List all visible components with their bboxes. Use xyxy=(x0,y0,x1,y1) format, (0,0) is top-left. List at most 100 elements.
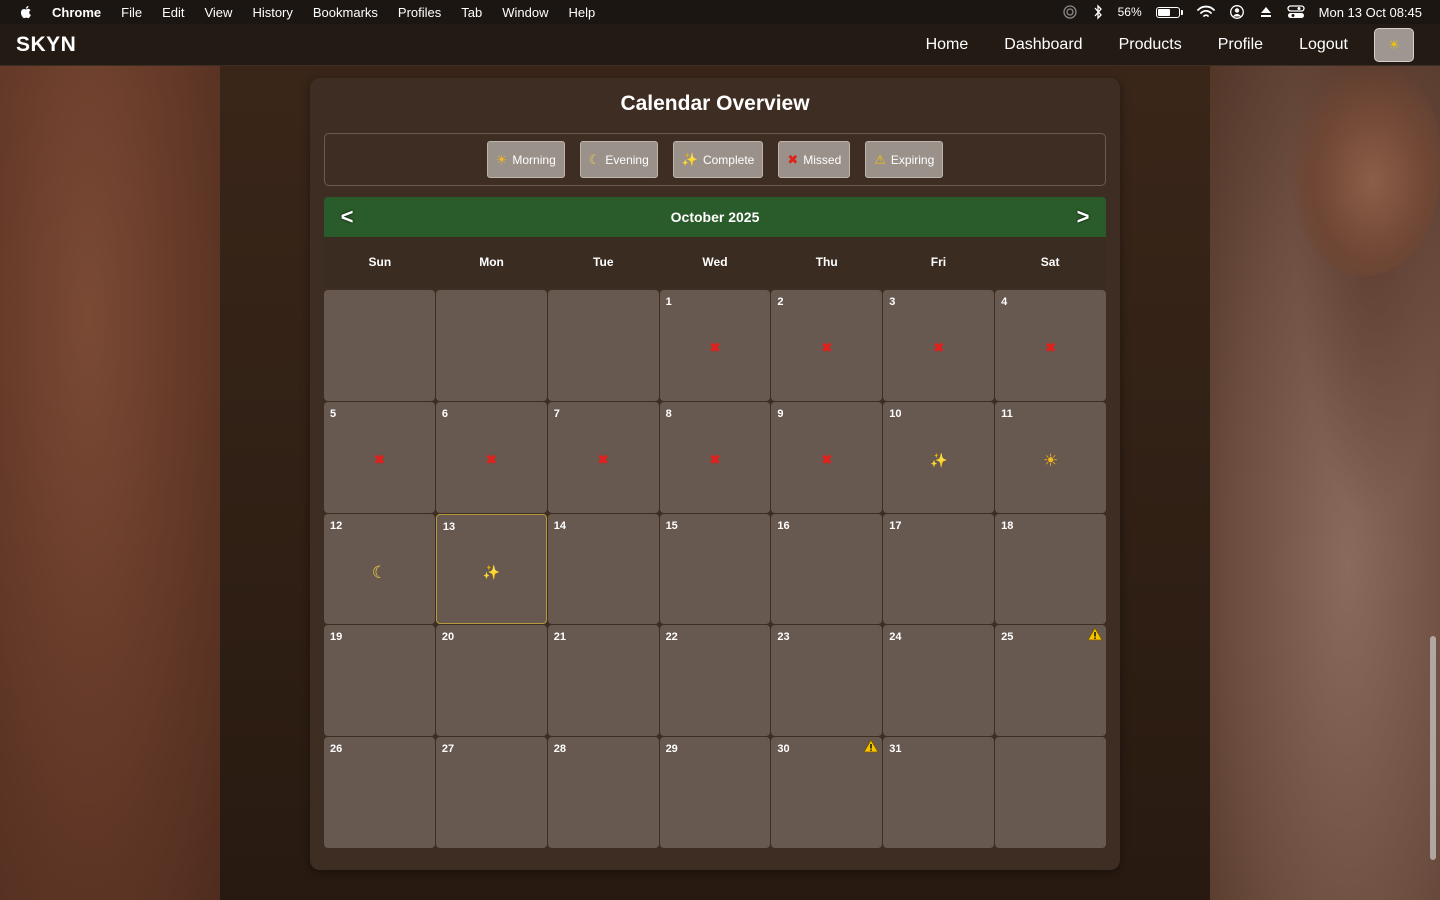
calendar-day-cell[interactable]: 19 xyxy=(324,625,435,737)
weekday-label: Mon xyxy=(479,255,504,269)
calendar-day-cell[interactable]: 20 xyxy=(435,625,547,737)
airdrop-icon[interactable] xyxy=(1062,4,1078,20)
cross-icon: ✖ xyxy=(485,452,497,468)
wifi-icon[interactable] xyxy=(1196,5,1215,19)
calendar-day-cell[interactable]: 25 xyxy=(995,625,1106,737)
nav-home-link[interactable]: Home xyxy=(926,36,969,54)
menu-chrome[interactable]: Chrome xyxy=(52,5,101,20)
calendar-panel: Calendar Overview ☀ Morning ☾ Evening ✨ Compl… xyxy=(310,78,1120,870)
calendar-day-cell[interactable]: 10 ✨ xyxy=(883,401,995,513)
calendar-empty-cell xyxy=(435,290,547,401)
calendar-day-cell[interactable]: 3 ✖ xyxy=(883,290,995,401)
bluetooth-icon[interactable] xyxy=(1092,4,1104,20)
nav-dashboard-link[interactable]: Dashboard xyxy=(1004,36,1082,54)
legend-expiring-button[interactable]: ⚠ Expiring xyxy=(865,141,944,178)
warning-icon xyxy=(1087,627,1103,641)
nav-logout-link[interactable]: Logout xyxy=(1299,36,1348,54)
eject-icon[interactable] xyxy=(1259,5,1273,19)
previous-month-button[interactable]: < xyxy=(334,205,360,229)
calendar-day-cell[interactable]: 14 xyxy=(547,513,659,625)
legend-label: Morning xyxy=(512,152,556,167)
legend-evening-button[interactable]: ☾ Evening xyxy=(579,141,658,178)
calendar-day-cell[interactable]: 18 xyxy=(995,513,1106,625)
day-number: 20 xyxy=(441,631,455,644)
legend-missed-button[interactable]: ✖ Missed xyxy=(778,141,851,178)
menu-file[interactable]: File xyxy=(121,5,142,20)
menu-profiles[interactable]: Profiles xyxy=(398,5,441,20)
calendar-day-cell[interactable]: 9 ✖ xyxy=(771,401,883,513)
weekday-label: Sun xyxy=(368,255,392,269)
sparkles-icon: ✨ xyxy=(482,563,500,580)
day-number: 13 xyxy=(442,520,456,533)
calendar-grid: 1 ✖ 2 ✖ 3 ✖ 4 ✖ 5 ✖ 6 ✖ 7 ✖ 8 ✖ 9 ✖ 10 ✨ 11 ☀ 12 ☾ 13 ✨ 14 15 16 17 18… xyxy=(324,290,1106,848)
cross-icon: ✖ xyxy=(933,340,945,356)
calendar-day-cell[interactable]: 26 xyxy=(324,737,435,848)
day-number: 29 xyxy=(665,743,678,756)
nav-products-link[interactable]: Products xyxy=(1119,36,1182,54)
calendar-day-cell[interactable]: 16 xyxy=(771,513,883,625)
legend-label: Evening xyxy=(605,152,649,167)
calendar-day-cell[interactable]: 23 xyxy=(771,625,883,737)
legend-morning-button[interactable]: ☀ Morning xyxy=(486,141,565,178)
menu-window[interactable]: Window xyxy=(502,5,548,20)
cross-icon: ✖ xyxy=(373,452,385,468)
calendar-day-cell[interactable]: 30 xyxy=(771,737,883,848)
calendar-day-cell[interactable]: 11 ☀ xyxy=(995,401,1106,513)
next-month-button[interactable]: > xyxy=(1070,205,1096,229)
month-label: October 2025 xyxy=(670,209,760,225)
menubar-clock[interactable]: Mon 13 Oct 08:45 xyxy=(1319,5,1422,20)
day-number: 7 xyxy=(553,407,560,420)
apple-icon[interactable] xyxy=(18,4,34,20)
day-number: 12 xyxy=(330,519,343,532)
calendar-day-cell[interactable]: 22 xyxy=(659,625,771,737)
legend-complete-button[interactable]: ✨ Complete xyxy=(672,141,764,178)
calendar-day-cell[interactable]: 28 xyxy=(547,737,659,848)
calendar-day-cell[interactable]: 4 ✖ xyxy=(995,290,1106,401)
day-number: 10 xyxy=(889,407,902,420)
menu-help[interactable]: Help xyxy=(569,5,596,20)
weekday-label: Fri xyxy=(930,255,947,269)
calendar-day-cell[interactable]: 2 ✖ xyxy=(771,290,883,401)
day-number: 17 xyxy=(889,519,902,532)
sparkles-icon: ✨ xyxy=(929,452,948,469)
battery-icon[interactable] xyxy=(1155,6,1183,18)
calendar-day-cell[interactable]: 5 ✖ xyxy=(324,401,435,513)
calendar-day-cell[interactable]: 17 xyxy=(883,513,995,625)
calendar-day-cell[interactable]: 13 ✨ xyxy=(435,513,547,625)
day-number: 22 xyxy=(665,631,678,644)
user-account-icon[interactable] xyxy=(1229,4,1245,20)
brand-logo[interactable]: SKYN xyxy=(16,33,76,57)
calendar-day-cell[interactable]: 31 xyxy=(883,737,995,848)
theme-toggle-button[interactable]: ☀ xyxy=(1374,28,1414,62)
calendar-day-cell[interactable]: 15 xyxy=(659,513,771,625)
calendar-day-cell[interactable]: 1 ✖ xyxy=(659,290,771,401)
calendar-day-cell[interactable]: 12 ☾ xyxy=(324,513,435,625)
warning-icon: ⚠ xyxy=(874,151,886,167)
day-number: 19 xyxy=(330,631,343,644)
menu-history[interactable]: History xyxy=(252,5,292,20)
menu-tab[interactable]: Tab xyxy=(461,5,482,20)
calendar-day-cell[interactable]: 27 xyxy=(435,737,547,848)
macos-menubar: Chrome File Edit View History Bookmarks … xyxy=(0,0,1440,24)
calendar-day-cell[interactable]: 21 xyxy=(547,625,659,737)
weekday-label: Thu xyxy=(815,255,838,269)
menu-edit[interactable]: Edit xyxy=(162,5,184,20)
calendar-day-cell[interactable]: 8 ✖ xyxy=(659,401,771,513)
day-number: 26 xyxy=(330,743,343,756)
calendar-empty-cell xyxy=(547,290,659,401)
background-photo-left xyxy=(0,66,220,900)
calendar-day-cell[interactable]: 24 xyxy=(883,625,995,737)
calendar-day-cell[interactable]: 29 xyxy=(659,737,771,848)
nav-profile-link[interactable]: Profile xyxy=(1218,36,1263,54)
page-title: Calendar Overview xyxy=(620,92,810,115)
calendar-day-cell[interactable]: 7 ✖ xyxy=(547,401,659,513)
control-center-icon[interactable] xyxy=(1287,5,1305,19)
day-number: 9 xyxy=(777,407,784,420)
menu-bookmarks[interactable]: Bookmarks xyxy=(313,5,378,20)
sun-icon: ☀ xyxy=(1388,37,1400,52)
page-scrollbar[interactable] xyxy=(1430,636,1436,860)
calendar-day-cell[interactable]: 6 ✖ xyxy=(435,401,547,513)
day-number: 18 xyxy=(1001,519,1014,532)
day-number: 3 xyxy=(889,296,896,308)
menu-view[interactable]: View xyxy=(204,5,232,20)
